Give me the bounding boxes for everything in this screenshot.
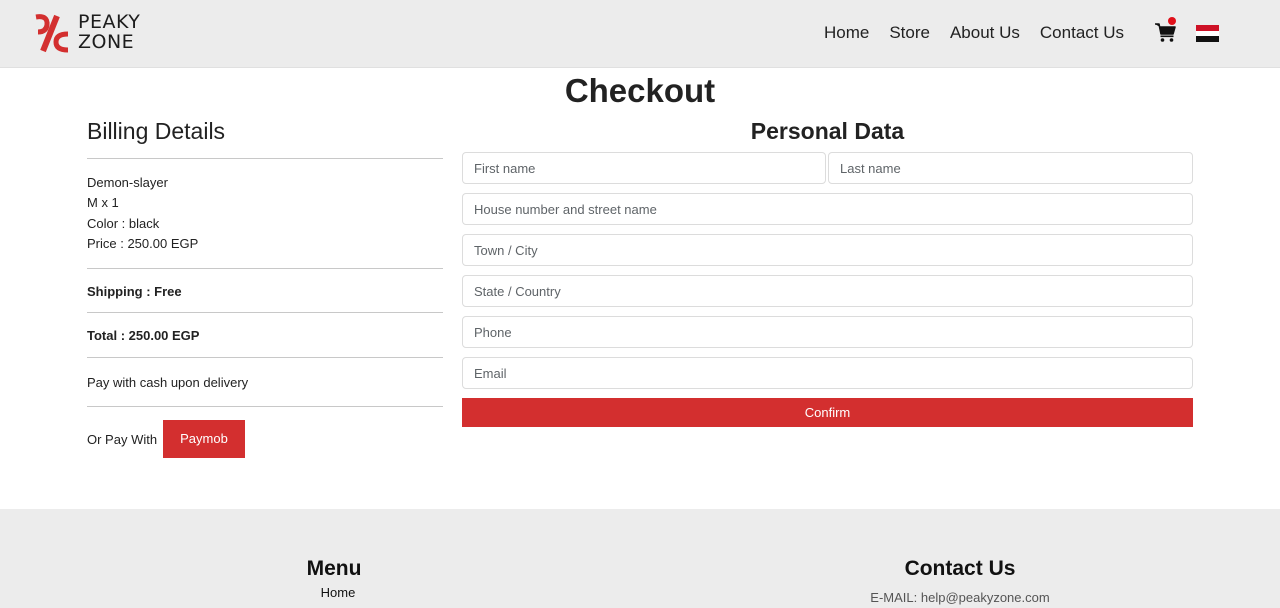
state-country-field[interactable]: [462, 275, 1193, 307]
footer-email: E-MAIL: help@peakyzone.com: [870, 590, 1050, 605]
divider: [87, 357, 443, 358]
cash-on-delivery-option: Pay with cash upon delivery: [87, 375, 249, 390]
page-title: Checkout: [564, 72, 716, 109]
item-size-qty: M x 1: [87, 195, 119, 210]
site-footer: Menu Home Contact Us E-MAIL: help@peakyz…: [0, 509, 1280, 608]
footer-contact-title: Contact Us: [904, 557, 1016, 580]
last-name-field[interactable]: [828, 152, 1193, 184]
first-name-field[interactable]: [462, 152, 826, 184]
top-navbar: PEAKY ZONE Home Store About Us Contact U…: [0, 0, 1280, 68]
divider: [87, 406, 443, 407]
nav-link-store[interactable]: Store: [879, 22, 940, 44]
confirm-button[interactable]: Confirm: [462, 398, 1193, 427]
egypt-flag-icon[interactable]: [1196, 25, 1219, 42]
email-field[interactable]: [462, 357, 1193, 389]
footer-link-home[interactable]: Home: [238, 584, 438, 602]
billing-details-title: Billing Details: [87, 118, 226, 144]
shipping-value: Free: [154, 284, 182, 299]
paymob-button[interactable]: Paymob: [163, 420, 245, 458]
item-name: Demon-slayer: [87, 175, 168, 190]
city-field[interactable]: [462, 234, 1193, 266]
divider: [87, 312, 443, 313]
or-pay-with-label: Or Pay With: [87, 432, 158, 447]
cart-badge: [1168, 17, 1176, 25]
shipping-row: Shipping : Free: [87, 282, 182, 302]
nav-link-about-us[interactable]: About Us: [940, 22, 1030, 44]
item-color: Color : black: [87, 216, 160, 231]
billing-details-panel: Billing Details Demon-slayer M x 1 Color…: [87, 114, 443, 458]
order-total: Total : 250.00 EGP: [87, 328, 200, 343]
brand-logo[interactable]: PEAKY ZONE: [32, 11, 162, 57]
personal-data-title: Personal Data: [750, 118, 905, 144]
divider: [87, 158, 443, 159]
nav-link-home[interactable]: Home: [814, 22, 879, 44]
phone-field[interactable]: [462, 316, 1193, 348]
brand-wordmark: PEAKY ZONE: [78, 12, 140, 52]
item-price: Price : 250.00 EGP: [87, 236, 199, 251]
footer-menu-title: Menu: [306, 557, 362, 580]
main-nav: Home Store About Us Contact Us: [814, 22, 1134, 44]
brand-name-line2: ZONE: [78, 31, 135, 53]
shipping-label: Shipping :: [87, 284, 155, 299]
nav-link-contact-us[interactable]: Contact Us: [1030, 22, 1134, 44]
brand-name-line1: PEAKY: [78, 11, 141, 33]
address-field[interactable]: [462, 193, 1193, 225]
brand-logo-mark-icon: [35, 14, 69, 53]
divider: [87, 268, 443, 269]
